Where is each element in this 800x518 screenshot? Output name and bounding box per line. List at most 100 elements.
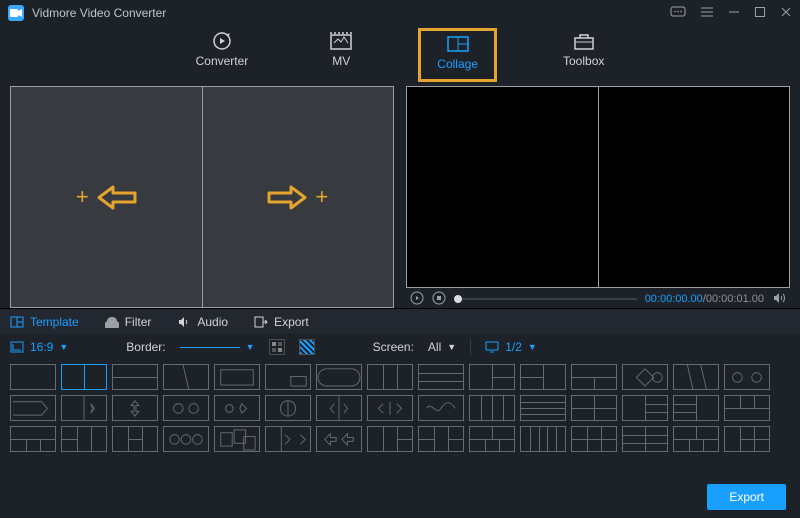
export-button[interactable]: Export xyxy=(707,484,786,510)
page-value: 1/2 xyxy=(505,340,522,354)
template-item[interactable] xyxy=(163,364,209,390)
preview-pane-2 xyxy=(598,87,790,287)
subtab-audio[interactable]: Audio xyxy=(177,315,228,329)
template-item[interactable] xyxy=(265,364,311,390)
template-item[interactable] xyxy=(316,426,362,452)
ratio-icon xyxy=(10,341,24,353)
play-button[interactable] xyxy=(410,291,424,308)
close-button[interactable] xyxy=(780,6,792,21)
menu-icon[interactable] xyxy=(700,6,714,21)
template-item[interactable] xyxy=(367,426,413,452)
tab-toolbox[interactable]: Toolbox xyxy=(547,28,620,82)
toolbox-icon xyxy=(573,32,595,50)
screen-value: All xyxy=(428,340,441,354)
template-item[interactable] xyxy=(622,426,668,452)
converter-icon xyxy=(211,32,233,50)
collage-slot-2[interactable]: + xyxy=(202,87,394,307)
template-item[interactable] xyxy=(61,364,107,390)
template-item[interactable] xyxy=(469,364,515,390)
chevron-down-icon: ▼ xyxy=(447,342,456,352)
template-item[interactable] xyxy=(214,395,260,421)
aspect-ratio-select[interactable]: 16:9 ▼ xyxy=(10,340,68,354)
template-icon xyxy=(10,316,24,328)
template-item[interactable] xyxy=(112,426,158,452)
chevron-down-icon: ▼ xyxy=(246,342,255,352)
template-item[interactable] xyxy=(673,395,719,421)
template-item[interactable] xyxy=(520,426,566,452)
template-item[interactable] xyxy=(469,426,515,452)
collage-slot-1[interactable]: + xyxy=(11,87,202,307)
border-color-button[interactable] xyxy=(269,339,285,355)
template-item[interactable] xyxy=(571,426,617,452)
screen-label: Screen: xyxy=(373,340,414,354)
template-item[interactable] xyxy=(10,364,56,390)
border-label: Border: xyxy=(126,340,165,354)
border-line-preview xyxy=(180,347,240,348)
template-item[interactable] xyxy=(214,364,260,390)
template-item[interactable] xyxy=(61,395,107,421)
template-item[interactable] xyxy=(61,426,107,452)
template-item[interactable] xyxy=(112,364,158,390)
subtab-template-label: Template xyxy=(30,315,79,329)
template-item[interactable] xyxy=(520,364,566,390)
mv-icon xyxy=(330,32,352,50)
maximize-button[interactable] xyxy=(754,6,766,21)
filter-icon xyxy=(105,316,119,328)
tab-converter[interactable]: Converter xyxy=(180,28,265,82)
feedback-icon[interactable] xyxy=(670,6,686,21)
template-item[interactable] xyxy=(622,364,668,390)
minimize-button[interactable] xyxy=(728,6,740,21)
template-item[interactable] xyxy=(724,426,770,452)
template-item[interactable] xyxy=(265,426,311,452)
template-item[interactable] xyxy=(316,395,362,421)
subtab-export[interactable]: Export xyxy=(254,315,309,329)
template-item[interactable] xyxy=(724,395,770,421)
tab-mv-label: MV xyxy=(332,54,350,68)
template-item[interactable] xyxy=(316,364,362,390)
template-item[interactable] xyxy=(214,426,260,452)
subtab-template[interactable]: Template xyxy=(10,315,79,329)
tab-collage[interactable]: Collage xyxy=(418,28,497,82)
template-item[interactable] xyxy=(10,426,56,452)
template-item[interactable] xyxy=(367,364,413,390)
template-item[interactable] xyxy=(520,395,566,421)
stop-button[interactable] xyxy=(432,291,446,308)
add-icon: + xyxy=(315,184,328,210)
template-item[interactable] xyxy=(163,395,209,421)
template-item[interactable] xyxy=(112,395,158,421)
screen-icon xyxy=(485,341,499,353)
arrow-right-icon xyxy=(267,185,307,210)
template-item[interactable] xyxy=(418,395,464,421)
template-item[interactable] xyxy=(724,364,770,390)
playback-slider[interactable] xyxy=(454,298,637,300)
template-item[interactable] xyxy=(418,426,464,452)
template-item[interactable] xyxy=(571,364,617,390)
template-item[interactable] xyxy=(163,426,209,452)
border-style-select[interactable]: ▼ xyxy=(180,342,255,352)
chevron-down-icon: ▼ xyxy=(528,342,537,352)
preview-stage: 00:00:00.00/00:00:01.00 xyxy=(406,86,790,308)
tab-toolbox-label: Toolbox xyxy=(563,54,604,68)
template-item[interactable] xyxy=(469,395,515,421)
template-item[interactable] xyxy=(673,364,719,390)
template-item[interactable] xyxy=(418,364,464,390)
template-item[interactable] xyxy=(673,426,719,452)
sub-tabs: Template Filter Audio Export xyxy=(0,308,800,334)
template-item[interactable] xyxy=(367,395,413,421)
playback-time: 00:00:00.00/00:00:01.00 xyxy=(645,293,764,305)
border-pattern-button[interactable] xyxy=(299,339,315,355)
tab-collage-label: Collage xyxy=(437,57,478,71)
aspect-ratio-value: 16:9 xyxy=(30,340,53,354)
separator xyxy=(470,339,471,355)
subtab-filter[interactable]: Filter xyxy=(105,315,152,329)
template-item[interactable] xyxy=(571,395,617,421)
template-item[interactable] xyxy=(622,395,668,421)
screen-select[interactable]: All ▼ xyxy=(428,340,456,354)
volume-icon[interactable] xyxy=(772,291,786,308)
template-item[interactable] xyxy=(265,395,311,421)
template-item[interactable] xyxy=(10,395,56,421)
page-select[interactable]: 1/2 ▼ xyxy=(485,340,537,354)
chevron-down-icon: ▼ xyxy=(59,342,68,352)
template-grid xyxy=(0,360,800,452)
tab-mv[interactable]: MV xyxy=(314,28,368,82)
